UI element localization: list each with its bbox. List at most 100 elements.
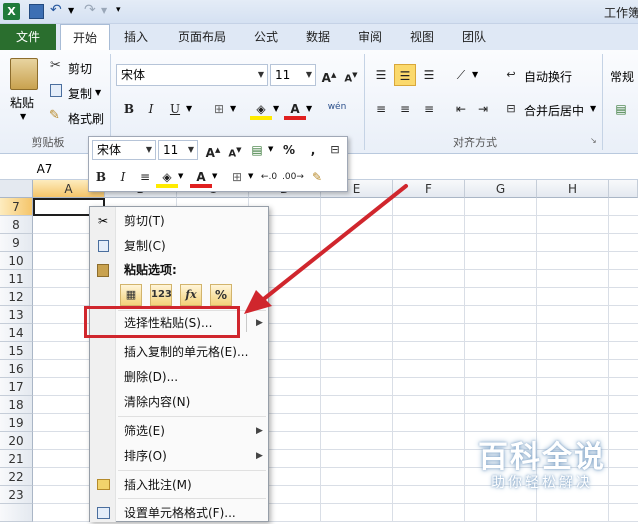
redo-icon[interactable]: ↷: [84, 2, 96, 18]
orientation-icon[interactable]: ⟋: [450, 64, 472, 86]
tab-page-layout[interactable]: 页面布局: [170, 24, 234, 50]
name-box[interactable]: A7: [0, 158, 90, 180]
chevron-right-icon[interactable]: ▶: [256, 446, 263, 466]
undo-dropdown-icon[interactable]: ▼: [68, 6, 74, 15]
row-header[interactable]: 8: [0, 216, 33, 234]
currency-icon[interactable]: ▤: [610, 98, 632, 120]
row-header[interactable]: 15: [0, 342, 33, 360]
mini-percent-button[interactable]: %: [278, 139, 300, 161]
mini-font-name-combo[interactable]: 宋体 ▼: [92, 140, 156, 160]
align-middle-icon[interactable]: ☰: [394, 64, 416, 86]
column-header[interactable]: H: [537, 180, 609, 198]
paste-option-formulas-icon[interactable]: fx: [180, 284, 202, 306]
redo-dropdown-icon[interactable]: ▼: [101, 6, 107, 15]
row-header[interactable]: 21: [0, 450, 33, 468]
menu-item-insert-copied-cells[interactable]: 插入复制的单元格(E)...: [124, 342, 248, 362]
mini-borders-dropdown-icon[interactable]: ▼: [248, 172, 253, 180]
phonetic-icon[interactable]: wén: [326, 96, 348, 118]
menu-item-delete[interactable]: 删除(D)...: [124, 367, 178, 387]
paste-button-label[interactable]: 粘贴: [10, 94, 34, 111]
menu-item-copy[interactable]: 复制(C): [124, 236, 166, 256]
row-header[interactable]: 23: [0, 486, 33, 504]
mini-grow-font-icon[interactable]: A▲: [202, 139, 224, 161]
mini-currency-dropdown-icon[interactable]: ▼: [268, 145, 273, 153]
row-header[interactable]: 20: [0, 432, 33, 450]
align-top-icon[interactable]: ☰: [370, 64, 392, 86]
borders-icon[interactable]: ⊞: [208, 98, 230, 120]
orientation-dropdown-icon[interactable]: ▼: [472, 70, 478, 79]
tab-home[interactable]: 开始: [60, 24, 110, 50]
menu-item-filter[interactable]: 筛选(E): [124, 421, 165, 441]
row-header[interactable]: 16: [0, 360, 33, 378]
shrink-font-icon[interactable]: A▼: [340, 64, 362, 86]
font-color-dropdown-icon[interactable]: ▼: [306, 104, 312, 113]
mini-merge-icon[interactable]: ⊟: [324, 139, 346, 161]
italic-button[interactable]: I: [140, 98, 162, 120]
column-header[interactable]: G: [465, 180, 537, 198]
tab-view[interactable]: 视图: [400, 24, 444, 50]
merge-center-icon[interactable]: ⊟: [500, 98, 522, 120]
tab-data[interactable]: 数据: [296, 24, 340, 50]
row-header[interactable]: 18: [0, 396, 33, 414]
select-all-corner[interactable]: [0, 180, 33, 198]
mini-fill-dropdown-icon[interactable]: ▼: [178, 172, 183, 180]
align-bottom-icon[interactable]: ☰: [418, 64, 440, 86]
tab-team[interactable]: 团队: [452, 24, 496, 50]
paste-option-values-icon[interactable]: 123: [150, 284, 172, 306]
chevron-right-icon[interactable]: ▶: [256, 421, 263, 441]
row-header[interactable]: 19: [0, 414, 33, 432]
borders-dropdown-icon[interactable]: ▼: [230, 104, 236, 113]
align-center-icon[interactable]: ≡: [394, 98, 416, 120]
font-size-combo[interactable]: 11 ▼: [270, 64, 316, 86]
fill-color-icon[interactable]: ◈: [250, 98, 272, 120]
undo-icon[interactable]: ↶: [50, 2, 62, 18]
mini-currency-icon[interactable]: ▤: [246, 139, 268, 161]
row-header[interactable]: 11: [0, 270, 33, 288]
paste-icon[interactable]: [10, 58, 38, 90]
row-header[interactable]: 17: [0, 378, 33, 396]
brush-icon[interactable]: ✎: [49, 108, 60, 123]
copy-button[interactable]: 复制: [68, 85, 92, 102]
customize-qat-icon[interactable]: ▾: [116, 5, 121, 15]
mini-center-align-icon[interactable]: ≡: [134, 166, 156, 188]
menu-item-sort[interactable]: 排序(O): [124, 446, 167, 466]
increase-indent-icon[interactable]: ⇥: [472, 98, 494, 120]
mini-font-color-dropdown-icon[interactable]: ▼: [212, 172, 217, 180]
format-painter-button[interactable]: 格式刷: [68, 110, 104, 127]
row-header[interactable]: 7: [0, 198, 33, 216]
row-header[interactable]: 14: [0, 324, 33, 342]
font-name-combo[interactable]: 宋体 ▼: [116, 64, 268, 86]
mini-comma-button[interactable]: ,: [302, 139, 324, 161]
column-header-partial[interactable]: [609, 180, 638, 198]
wrap-text-icon[interactable]: ↩: [500, 64, 522, 86]
tab-file[interactable]: 文件: [0, 24, 56, 50]
underline-dropdown-icon[interactable]: ▼: [186, 104, 192, 113]
row-header[interactable]: 22: [0, 468, 33, 486]
decrease-indent-icon[interactable]: ⇤: [450, 98, 472, 120]
row-header-partial[interactable]: [0, 504, 33, 522]
merge-center-button[interactable]: 合并后居中: [524, 102, 584, 119]
mini-shrink-font-icon[interactable]: A▼: [224, 139, 246, 161]
tab-review[interactable]: 审阅: [348, 24, 392, 50]
wrap-text-button[interactable]: 自动换行: [524, 68, 572, 85]
bold-button[interactable]: B: [118, 98, 140, 120]
tab-insert[interactable]: 插入: [114, 24, 158, 50]
font-color-icon[interactable]: A: [284, 98, 306, 120]
underline-button[interactable]: U: [164, 98, 186, 120]
mini-font-size-combo[interactable]: 11 ▼: [158, 140, 198, 160]
row-header[interactable]: 13: [0, 306, 33, 324]
menu-item-cut[interactable]: 剪切(T): [124, 211, 165, 231]
mini-bold-button[interactable]: B: [90, 166, 112, 188]
scissors-icon[interactable]: ✂: [50, 58, 61, 73]
number-format-value[interactable]: 常规: [610, 68, 634, 85]
mini-font-color-icon[interactable]: A: [190, 166, 212, 188]
alignment-launcher-icon[interactable]: ↘: [590, 136, 597, 145]
paste-dropdown-icon[interactable]: ▼: [20, 112, 26, 121]
mini-italic-button[interactable]: I: [112, 166, 134, 188]
fill-color-dropdown-icon[interactable]: ▼: [273, 104, 279, 113]
grow-font-icon[interactable]: A▲: [318, 64, 340, 86]
excel-icon[interactable]: X: [3, 3, 20, 20]
align-right-icon[interactable]: ≡: [418, 98, 440, 120]
mini-fill-color-icon[interactable]: ◈: [156, 166, 178, 188]
row-header[interactable]: 12: [0, 288, 33, 306]
